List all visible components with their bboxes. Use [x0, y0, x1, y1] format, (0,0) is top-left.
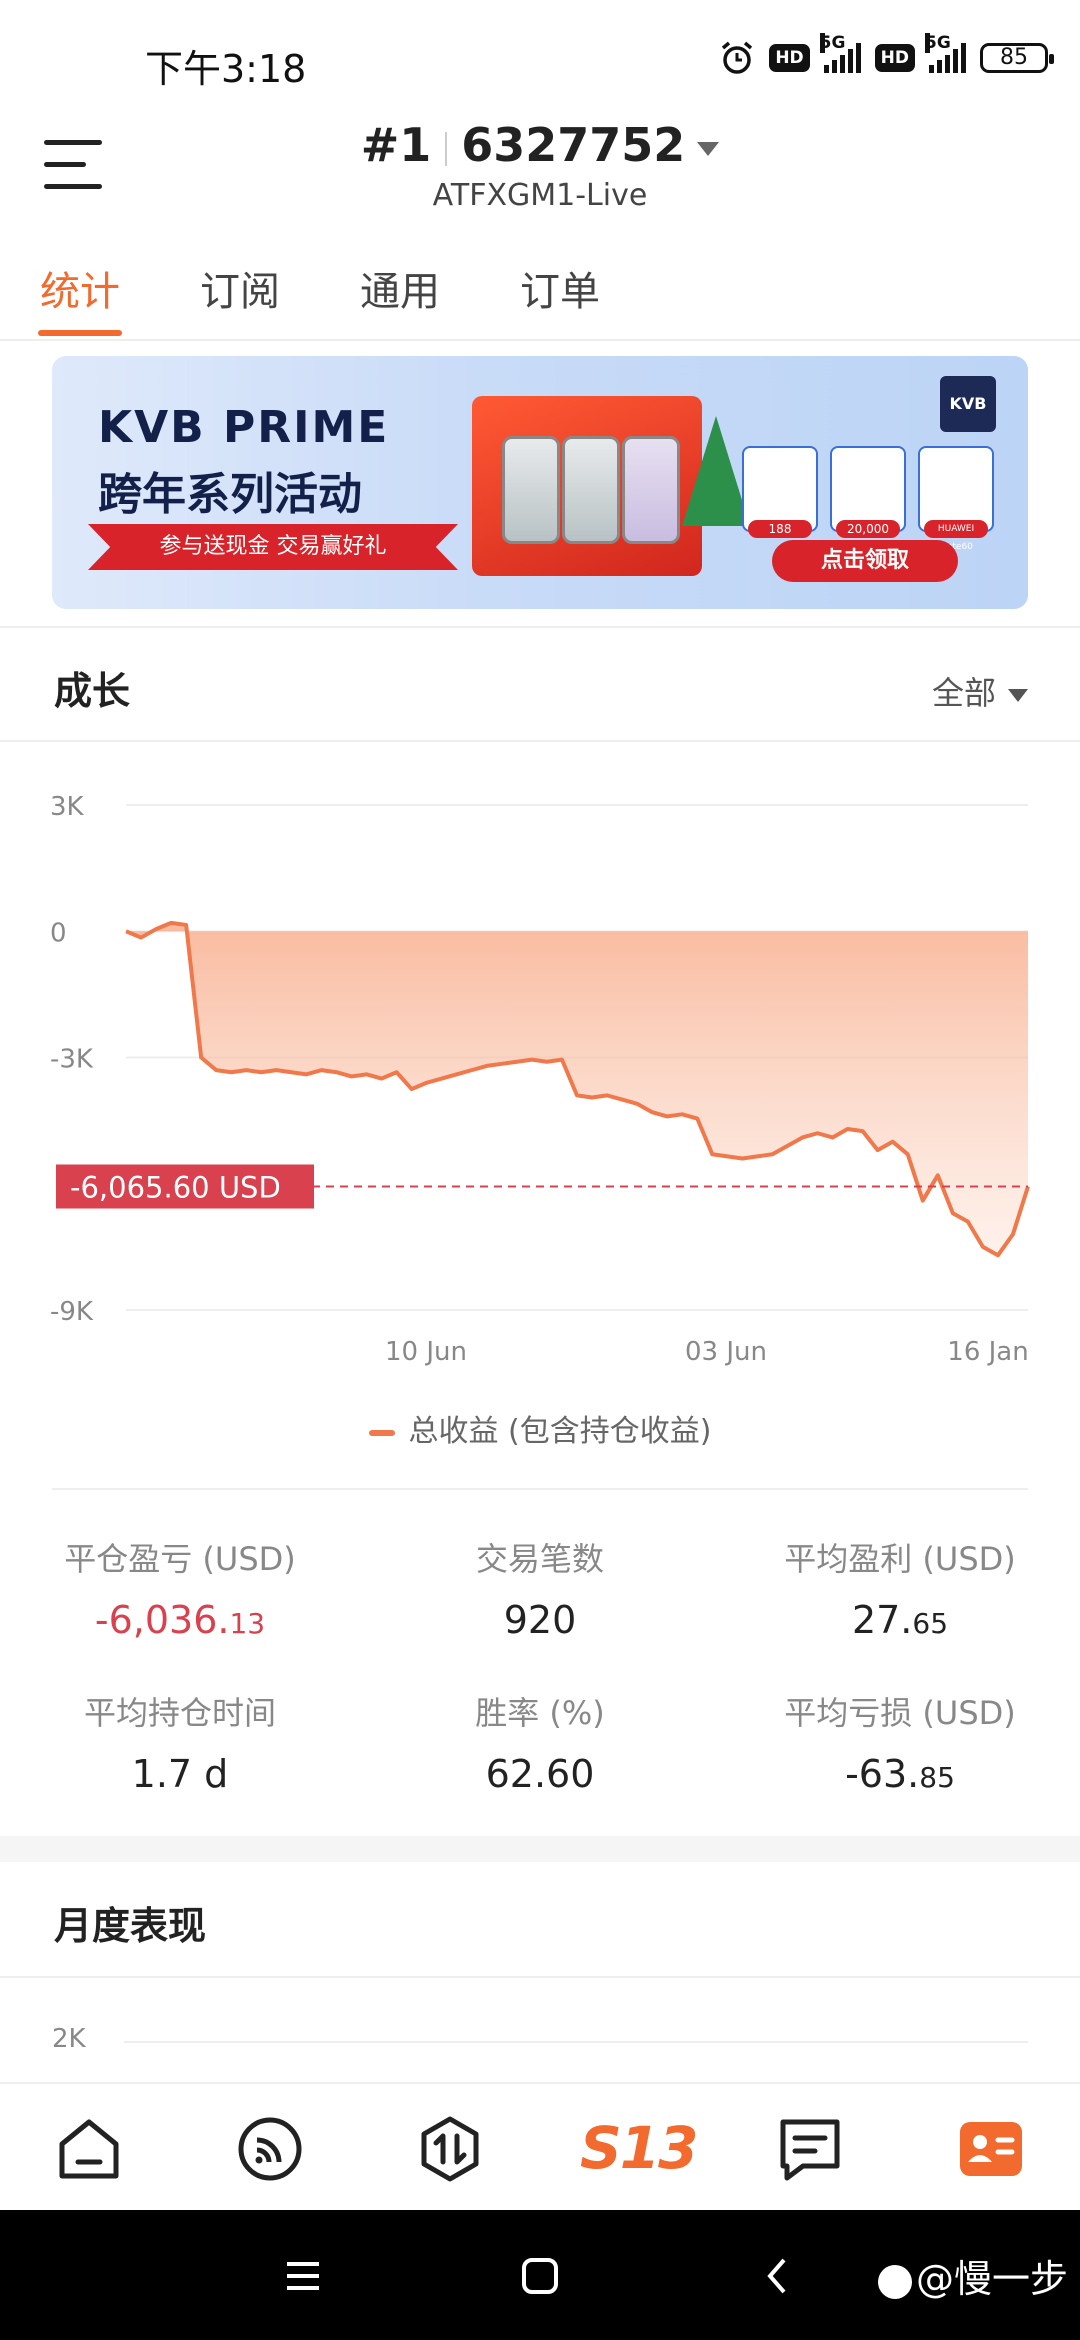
y-tick-label: 3K — [50, 792, 85, 822]
hd-badge-2: HD — [874, 44, 915, 72]
monthly-title: 月度表现 — [54, 1904, 207, 1948]
divider — [0, 1976, 1080, 1978]
y-tick-label: -3K — [50, 1045, 94, 1075]
legend-swatch — [368, 1429, 395, 1436]
kvb-logo: KVB — [940, 376, 996, 432]
current-value-label: -6,065.60 USD — [70, 1171, 281, 1205]
y-tick-label: 0 — [50, 918, 67, 948]
stat-avg-hold-time: 平均持仓时间 1.7 d — [83, 1694, 276, 1796]
profile-card-icon[interactable] — [956, 2114, 1026, 2184]
prize-red-envelope: 188 — [742, 446, 818, 538]
x-tick-label: 16 Jan — [947, 1337, 1028, 1367]
growth-chart: 3K 0 -3K -9K -6,065.60 USD 10 Jun 03 Jun 16 Jan — [50, 792, 1030, 1367]
active-tab-indicator — [38, 330, 122, 336]
chart-legend: 总收益 (包含持仓收益) — [0, 1406, 1080, 1450]
banner-subtitle: 跨年系列活动 — [98, 469, 362, 520]
divider — [0, 626, 1080, 628]
message-icon[interactable] — [775, 2114, 845, 2184]
trade-icon[interactable] — [415, 2114, 485, 2184]
christmas-tree-image — [682, 416, 750, 526]
account-id: 6327752 — [461, 118, 686, 172]
prize-cash: 20,000 — [830, 446, 906, 538]
account-selector[interactable]: #1 6327752 — [0, 118, 1080, 172]
growth-title: 成长 — [54, 669, 131, 713]
claim-button[interactable]: 点击领取 — [772, 540, 958, 582]
tab-statistics[interactable]: 统计 — [40, 259, 120, 317]
stat-win-rate: 胜率 (%) 62.60 — [475, 1694, 605, 1796]
tab-bar: 统计 订阅 通用 订单 — [0, 255, 1080, 341]
range-filter-dropdown[interactable]: 全部 — [932, 668, 1028, 714]
status-time: 下午3:18 — [145, 47, 307, 91]
divider — [52, 1488, 1028, 1490]
watermark-logo-icon — [877, 2264, 912, 2299]
battery-icon: 85 — [980, 43, 1054, 73]
section-gap — [0, 1836, 1080, 1862]
tab-general[interactable]: 通用 — [360, 259, 440, 317]
server-name: ATFXGM1-Live — [432, 178, 648, 213]
chevron-down-icon — [697, 141, 720, 156]
tab-subscribe[interactable]: 订阅 — [200, 259, 280, 317]
alarm-clock-icon — [722, 41, 753, 74]
divider — [0, 740, 1080, 742]
hd-badge-1: HD — [769, 44, 810, 72]
signal-feed-icon[interactable] — [235, 2114, 305, 2184]
chevron-down-icon — [1008, 688, 1028, 702]
stat-closed-pnl: 平仓盈亏 (USD) -6,036.13 — [64, 1540, 296, 1642]
tab-orders[interactable]: 订单 — [520, 259, 600, 317]
stat-avg-profit: 平均盈利 (USD) 27.65 — [784, 1540, 1016, 1642]
promo-banner[interactable]: KVB PRIME 跨年系列活动 参与送现金 交易赢好礼 KVB 188 20,… — [52, 356, 1028, 609]
account-number: #1 — [360, 118, 432, 172]
status-icons: HD 5G HD 5G 85 — [719, 33, 1054, 76]
banner-brand: KVB PRIME — [98, 402, 390, 453]
prize-phone: HUAWEI Mate60 — [918, 446, 994, 552]
legend-label: 总收益 (包含持仓收益) — [408, 1414, 712, 1449]
monthly-y-tick: 2K — [52, 2024, 86, 2054]
bottom-nav: S13 — [0, 2082, 1080, 2210]
stat-trade-count: 交易笔数 920 — [475, 1540, 604, 1642]
signal-icon-2: 5G — [925, 33, 966, 73]
system-nav-bar: @慢一步 — [0, 2210, 1080, 2340]
watermark: @慢一步 — [877, 2248, 1068, 2303]
x-tick-label: 10 Jun — [385, 1337, 467, 1367]
stat-avg-loss: 平均亏损 (USD) -63.85 — [784, 1694, 1016, 1796]
s13-tab[interactable]: S13 — [580, 2114, 699, 2182]
x-tick-label: 03 Jun — [685, 1337, 767, 1367]
monthly-gridline — [124, 2041, 1028, 2043]
home-button-icon[interactable] — [520, 2256, 560, 2296]
banner-ribbon: 参与送现金 交易赢好礼 — [88, 524, 458, 570]
y-tick-label: -9K — [50, 1297, 94, 1327]
recent-apps-icon[interactable] — [283, 2256, 323, 2296]
back-icon[interactable] — [758, 2256, 798, 2296]
signal-icon-1: 5G — [819, 33, 861, 73]
gift-box-image — [472, 396, 702, 576]
home-icon[interactable] — [54, 2114, 124, 2184]
